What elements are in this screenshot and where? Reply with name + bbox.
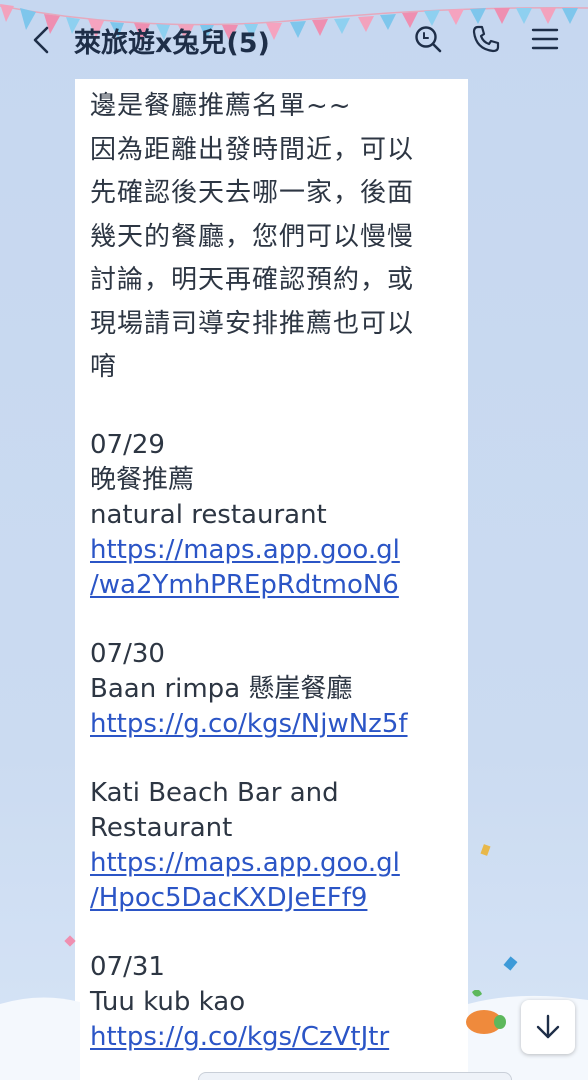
message-line: 現場請司導安排推薦也可以 — [90, 308, 415, 339]
input-bar-edge — [198, 1072, 512, 1080]
map-link-continued[interactable]: /wa2YmhPREpRdtmoN6 — [90, 568, 460, 603]
message-line: 幾天的餐廳，您們可以慢慢 — [90, 221, 415, 252]
menu-icon — [531, 28, 559, 50]
search-icon — [415, 26, 442, 53]
chevron-left-icon — [33, 26, 49, 54]
restaurant-name: Baan rimpa 懸崖餐廳 — [90, 673, 353, 704]
back-button[interactable] — [24, 22, 58, 58]
restaurant-name: natural restaurant — [90, 499, 327, 530]
call-button[interactable] — [469, 22, 503, 56]
menu-button[interactable] — [528, 22, 562, 56]
message-line: 討論，明天再確認預約，或 — [90, 265, 415, 295]
date-label: 07/31 — [90, 951, 165, 982]
map-link-continued[interactable]: /Hpoc5DacKXDJeEFf9 — [90, 881, 460, 916]
confetti-piece — [64, 935, 76, 947]
phone-icon — [472, 25, 500, 53]
message-text: 邊是餐廳推薦名單~~ 因為距離出發時間近，可以 先確認後天去哪一家，後面 幾天的… — [90, 85, 460, 1055]
meal-label: 晚餐推薦 — [90, 464, 195, 495]
arrow-down-icon — [536, 1014, 560, 1039]
message-line: 唷 — [90, 352, 118, 382]
message-line: 邊是餐廳推薦名單~~ — [90, 91, 352, 121]
carrot-decoration — [466, 990, 506, 1034]
message-bubble[interactable]: 邊是餐廳推薦名單~~ 因為距離出發時間近，可以 先確認後天去哪一家，後面 幾天的… — [75, 79, 468, 1080]
chat-screen: 萊旅遊x兔兒(5) 邊是餐廳推薦名單~~ 因為距離出發時間近，可以 先確認後天去… — [0, 0, 588, 1080]
chat-header: 萊旅遊x兔兒(5) — [0, 0, 588, 80]
message-line: 先確認後天去哪一家，後面 — [90, 178, 415, 208]
restaurant-name: Tuu kub kao — [90, 986, 246, 1017]
map-link[interactable]: https://g.co/kgs/NjwNz5f — [90, 707, 460, 742]
scroll-to-bottom-button[interactable] — [521, 1000, 575, 1054]
map-link[interactable]: https://maps.app.goo.gl — [90, 846, 460, 881]
restaurant-name: Kati Beach Bar and — [90, 777, 339, 808]
confetti-piece — [503, 956, 518, 971]
map-link[interactable]: https://maps.app.goo.gl — [90, 533, 460, 568]
date-label: 07/30 — [90, 638, 165, 669]
map-link[interactable]: https://g.co/kgs/CzVtJtr — [90, 1020, 460, 1055]
restaurant-name-continued: Restaurant — [90, 812, 233, 843]
chat-title[interactable]: 萊旅遊x兔兒(5) — [74, 21, 270, 60]
message-line: 因為距離出發時間近，可以 — [90, 134, 415, 165]
date-label: 07/29 — [90, 429, 165, 460]
search-button[interactable] — [411, 22, 445, 56]
confetti-piece — [40, 1025, 51, 1036]
confetti-piece — [480, 844, 491, 856]
